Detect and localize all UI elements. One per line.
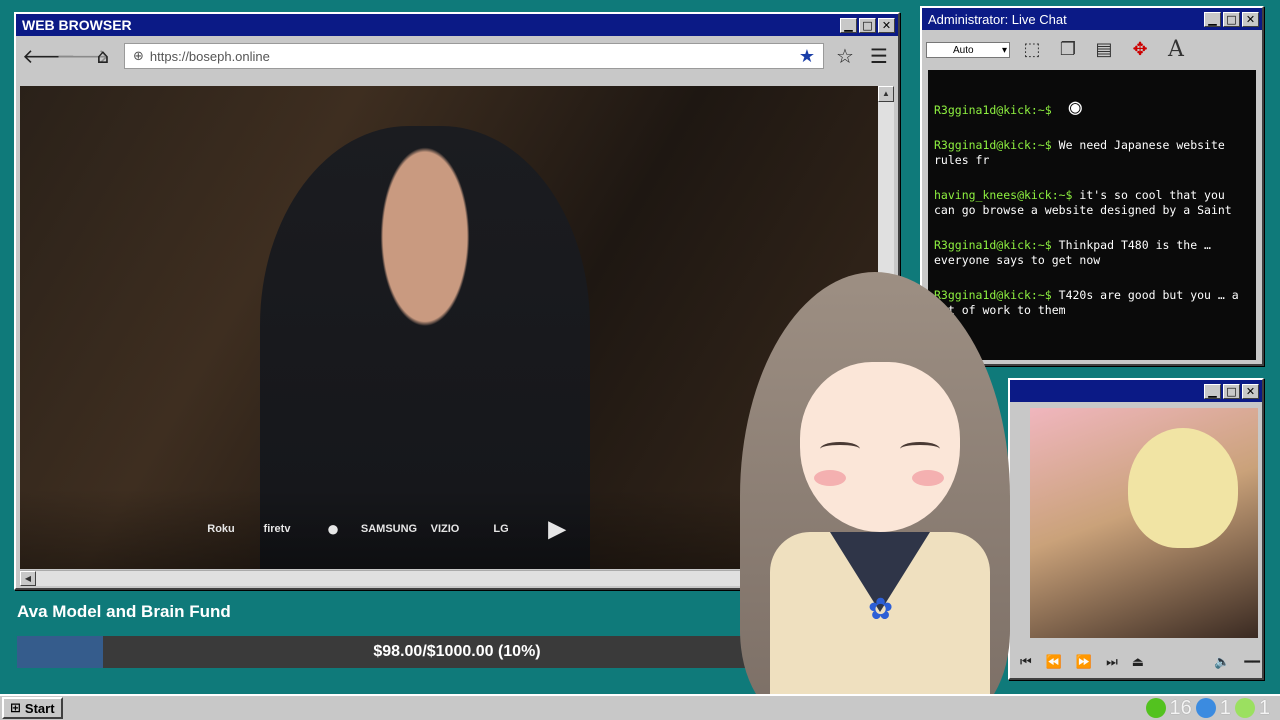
media-player-window: ▁ □ ✕ ⏮ ⏪ ⏩ ⏭ ⏏ 🔈 ━━	[1008, 378, 1264, 680]
avatar-eye	[900, 442, 940, 456]
chevron-down-icon: ▾	[1001, 44, 1007, 56]
fast-forward-icon[interactable]: ⏩	[1076, 655, 1092, 670]
roku-logo: Roku	[207, 523, 235, 535]
back-arrow-icon[interactable]: 🡐	[22, 43, 76, 69]
chat-message: having_knees@kick:~$ it's so cool that y…	[934, 188, 1248, 218]
apple-logo-icon: ●	[326, 516, 340, 541]
eject-icon[interactable]: ⏏	[1132, 655, 1144, 670]
bookmark-star-icon[interactable]: ★	[799, 46, 815, 67]
rumble-count: 1	[1258, 696, 1270, 719]
paste-icon[interactable]: ▤	[1090, 36, 1118, 64]
start-button[interactable]: ⊞ Start	[2, 697, 63, 719]
album-art-image	[1030, 408, 1258, 638]
avatar-blush	[912, 470, 944, 486]
lg-logo: LG	[493, 523, 509, 535]
kick-followers-icon	[1145, 698, 1166, 718]
scroll-left-icon[interactable]: ◀	[20, 571, 36, 586]
bluesky-icon	[1195, 698, 1216, 718]
font-icon[interactable]: A	[1162, 36, 1190, 64]
mode-select[interactable]: Auto ▾	[926, 42, 1010, 58]
close-button[interactable]: ✕	[878, 17, 895, 33]
maximize-button[interactable]: □	[859, 17, 876, 33]
chat-toolbar: Auto ▾ ⬚ ❐ ▤ ✥ A	[922, 30, 1262, 70]
bluesky-count: 1	[1219, 696, 1231, 719]
windows-logo-icon: ⊞	[10, 700, 21, 716]
chat-username: having_knees@kick:~$	[934, 188, 1073, 202]
avatar-blush	[814, 470, 846, 486]
close-button[interactable]: ✕	[1242, 383, 1259, 399]
ribbon-icon: ✿	[868, 592, 894, 627]
close-button[interactable]: ✕	[1242, 11, 1259, 27]
chat-username: R3ggina1d@kick:~$	[934, 103, 1052, 117]
chat-username: R3ggina1d@kick:~$	[934, 238, 1052, 252]
rumble-icon	[1234, 698, 1255, 718]
favorites-star-icon[interactable]: ☆	[832, 43, 858, 69]
menu-icon[interactable]: ☰	[866, 43, 892, 69]
kick-emote-icon: ◉	[1068, 95, 1082, 120]
volume-icon[interactable]: 🔈	[1214, 655, 1230, 670]
samsung-logo: SAMSUNG	[360, 523, 418, 535]
maximize-button[interactable]: □	[1223, 383, 1240, 399]
fund-title: Ava Model and Brain Fund	[17, 602, 231, 621]
minimize-button[interactable]: ▁	[1204, 383, 1221, 399]
player-controls: ⏮ ⏪ ⏩ ⏭ ⏏ 🔈 ━━	[1020, 650, 1260, 674]
vizio-logo: VIZIO	[430, 523, 460, 535]
vtuber-avatar: ✿	[720, 272, 1030, 720]
volume-slider[interactable]: ━━	[1244, 655, 1260, 670]
browser-nav: 🡐 🡒 ⌂ ⊕ https://boseph.online ★ ☆ ☰	[16, 36, 898, 76]
minimize-button[interactable]: ▁	[840, 17, 857, 33]
home-icon[interactable]: ⌂	[90, 43, 116, 69]
globe-icon: ⊕	[133, 48, 144, 64]
rewind-icon[interactable]: ⏪	[1046, 655, 1062, 670]
forward-arrow-icon[interactable]: 🡒	[56, 43, 110, 69]
player-titlebar[interactable]: ▁ □ ✕	[1010, 380, 1262, 402]
browser-title: WEB BROWSER	[22, 17, 132, 33]
address-bar[interactable]: ⊕ https://boseph.online ★	[124, 43, 824, 69]
avatar-uniform: ✿	[770, 532, 990, 720]
taskbar: ⊞ Start 16 1 1	[0, 694, 1280, 720]
start-label: Start	[24, 700, 55, 716]
chat-message: R3ggina1d@kick:~$ ◉	[934, 97, 1248, 119]
mark-icon[interactable]: ⬚	[1018, 36, 1046, 64]
firetv-logo: firetv	[263, 523, 291, 535]
kick-count: 16	[1169, 696, 1192, 719]
maximize-button[interactable]: □	[1223, 11, 1240, 27]
mode-select-value: Auto	[953, 44, 974, 56]
chat-message: R3ggina1d@kick:~$ Thinkpad T480 is the ……	[934, 238, 1248, 268]
chat-title: Administrator: Live Chat	[928, 11, 1067, 27]
next-track-icon[interactable]: ⏭	[1106, 655, 1118, 670]
chat-message: R3ggina1d@kick:~$ We need Japanese websi…	[934, 138, 1248, 168]
avatar-eye	[820, 442, 860, 456]
browser-titlebar[interactable]: WEB BROWSER ▁ □ ✕	[16, 14, 898, 36]
move-icon[interactable]: ✥	[1126, 36, 1154, 64]
scroll-up-icon[interactable]: ▲	[878, 86, 894, 102]
play-store-icon: ▶	[548, 516, 566, 541]
avatar-face	[800, 362, 960, 532]
chat-titlebar[interactable]: Administrator: Live Chat ▁ □ ✕	[922, 8, 1262, 30]
copy-icon[interactable]: ❐	[1054, 36, 1082, 64]
chat-username: R3ggina1d@kick:~$	[934, 138, 1052, 152]
system-tray: 16 1 1	[1145, 696, 1279, 720]
catboy-character	[1128, 428, 1238, 548]
minimize-button[interactable]: ▁	[1204, 11, 1221, 27]
url-text: https://boseph.online	[149, 48, 270, 64]
